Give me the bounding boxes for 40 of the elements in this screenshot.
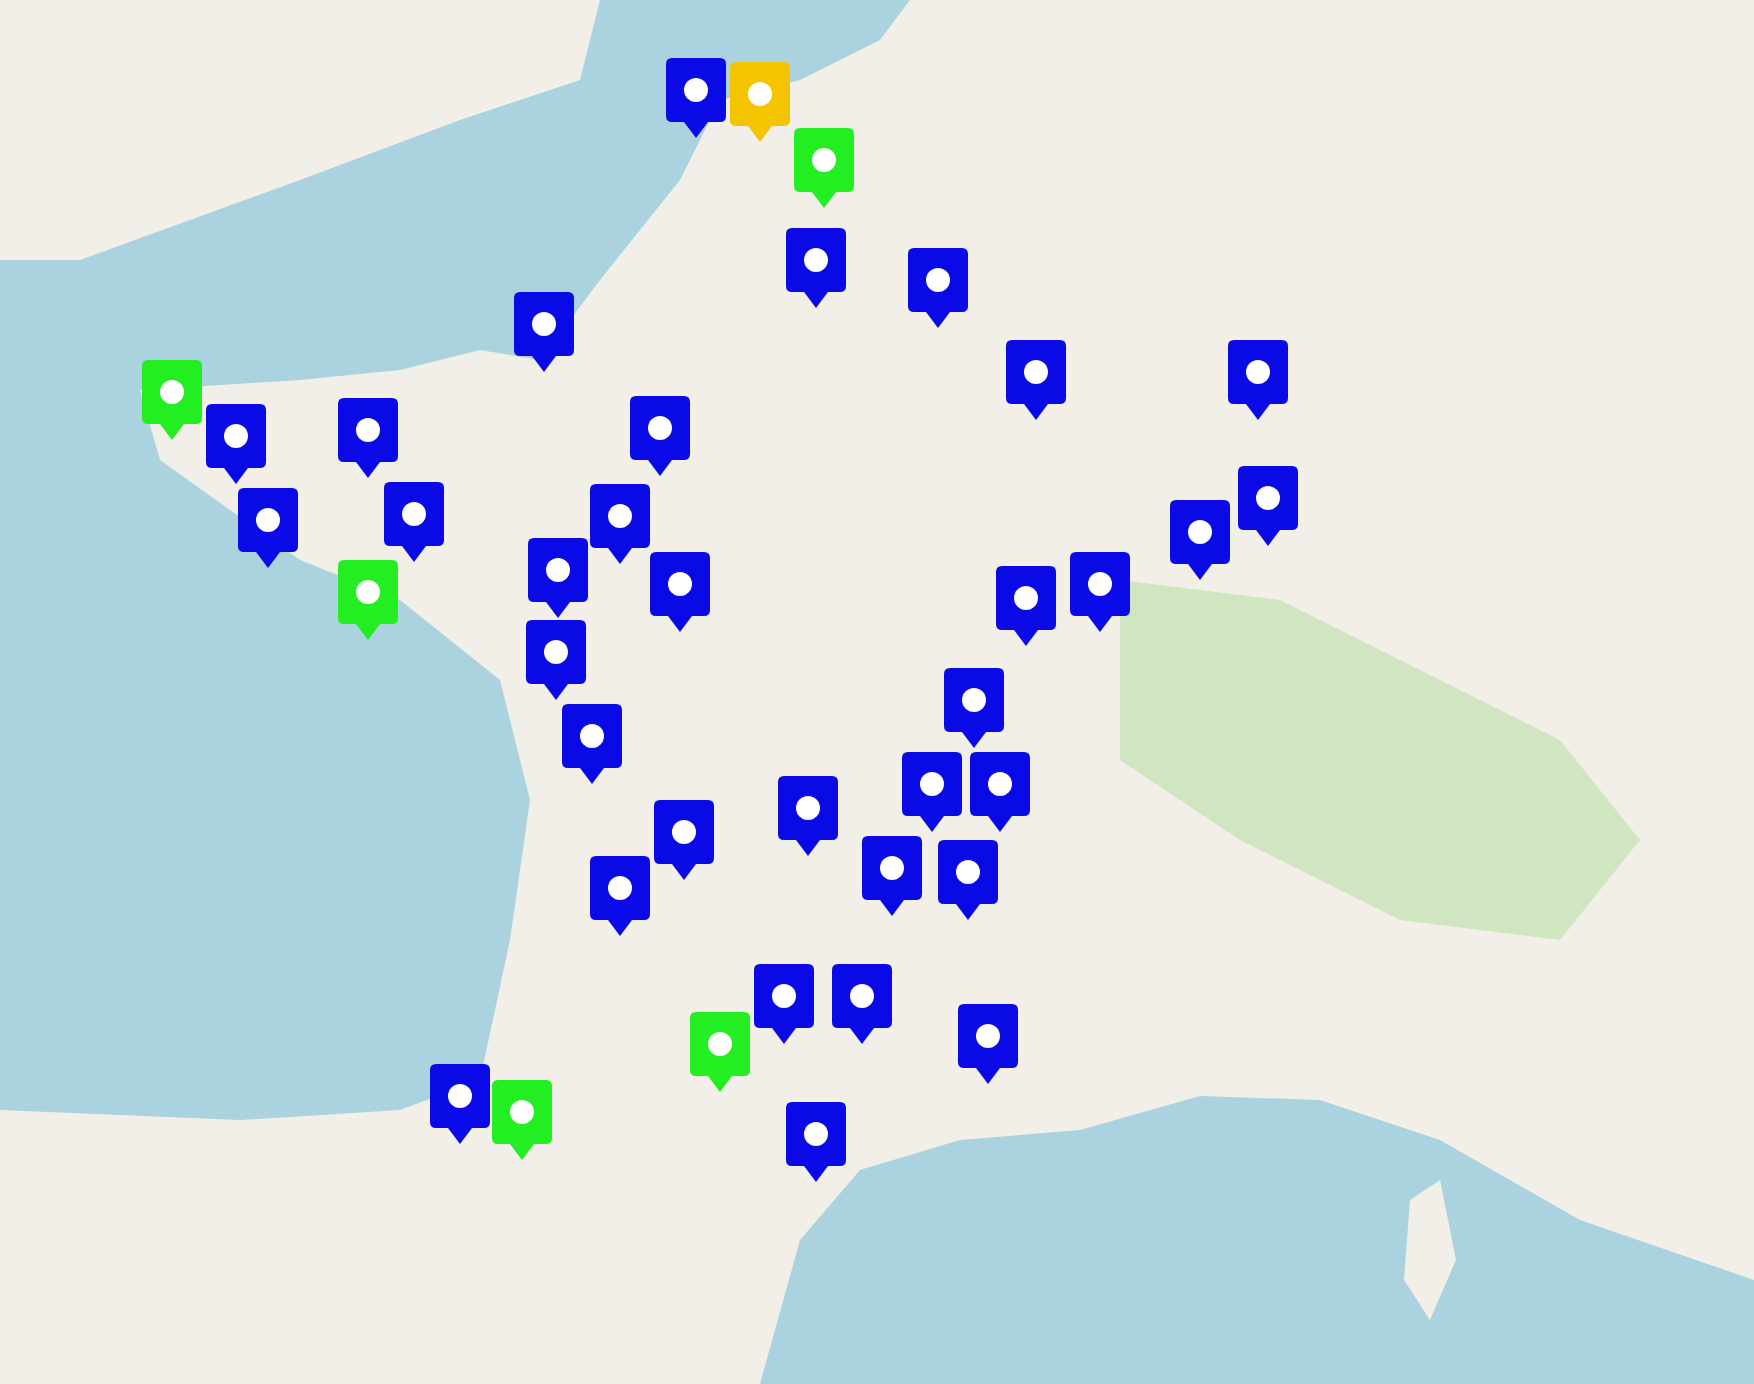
map-marker[interactable]	[778, 776, 838, 856]
map-marker[interactable]	[666, 58, 726, 138]
map-marker[interactable]	[650, 552, 710, 632]
map-marker[interactable]	[206, 404, 266, 484]
map-marker[interactable]	[514, 292, 574, 372]
map-marker[interactable]	[754, 964, 814, 1044]
map-marker[interactable]	[996, 566, 1056, 646]
map-marker[interactable]	[1228, 340, 1288, 420]
island-drawing	[1404, 1180, 1456, 1320]
map-marker[interactable]	[908, 248, 968, 328]
map-marker[interactable]	[238, 488, 298, 568]
map-marker[interactable]	[944, 668, 1004, 748]
map-marker[interactable]	[862, 836, 922, 916]
map-marker[interactable]	[730, 62, 790, 142]
map-marker[interactable]	[630, 396, 690, 476]
map-marker[interactable]	[528, 538, 588, 618]
map-marker[interactable]	[338, 398, 398, 478]
map-marker[interactable]	[1006, 340, 1066, 420]
map-marker[interactable]	[562, 704, 622, 784]
map-marker[interactable]	[832, 964, 892, 1044]
map-marker[interactable]	[492, 1080, 552, 1160]
map-marker[interactable]	[654, 800, 714, 880]
map-marker[interactable]	[384, 482, 444, 562]
map-marker[interactable]	[938, 840, 998, 920]
map-marker[interactable]	[590, 484, 650, 564]
map-marker[interactable]	[970, 752, 1030, 832]
map-marker[interactable]	[142, 360, 202, 440]
map-marker[interactable]	[526, 620, 586, 700]
map-marker[interactable]	[794, 128, 854, 208]
map-marker[interactable]	[786, 1102, 846, 1182]
map-marker[interactable]	[902, 752, 962, 832]
map-marker[interactable]	[338, 560, 398, 640]
map-marker[interactable]	[1170, 500, 1230, 580]
map-marker[interactable]	[690, 1012, 750, 1092]
map-marker[interactable]	[786, 228, 846, 308]
map-marker[interactable]	[590, 856, 650, 936]
map-marker[interactable]	[1238, 466, 1298, 546]
map-marker[interactable]	[958, 1004, 1018, 1084]
map-marker[interactable]	[1070, 552, 1130, 632]
map-marker[interactable]	[430, 1064, 490, 1144]
